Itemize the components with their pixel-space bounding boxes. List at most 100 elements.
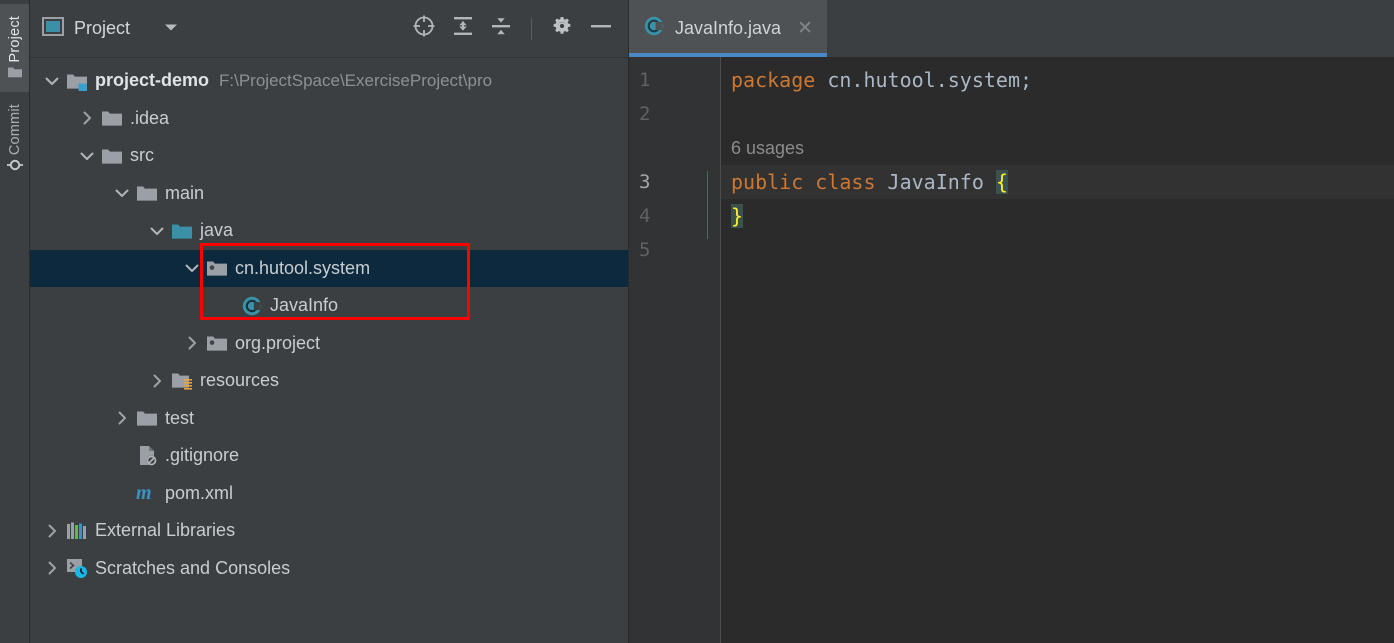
tree-row-label: test	[165, 407, 195, 428]
stripe-button-commit[interactable]: Commit	[0, 92, 29, 186]
folder-icon	[99, 146, 125, 166]
package-icon	[204, 258, 230, 278]
tree-row[interactable]: project-demo F:\ProjectSpace\ExerciseProj…	[30, 62, 628, 100]
folder-icon	[134, 183, 160, 203]
editor-area: JavaInfo.java ✕ 12345 package cn.hutool.…	[628, 0, 1394, 643]
gutter-spacer	[629, 131, 720, 165]
usages-inlay-hint[interactable]: 6 usages	[721, 131, 1394, 165]
tool-window-stripe: Project Commit	[0, 0, 30, 643]
chevron-right-icon[interactable]	[145, 372, 169, 390]
code-structure-line	[707, 171, 708, 239]
project-tool-window: Project project-demo F:\ProjectSpace\Exe…	[30, 0, 628, 643]
package-icon	[204, 333, 230, 353]
chevron-right-icon[interactable]	[75, 109, 99, 127]
project-window-icon	[42, 16, 64, 41]
tree-row-label: .gitignore	[165, 445, 240, 466]
gitignore-file-icon	[134, 445, 160, 467]
close-icon[interactable]: ✕	[797, 19, 813, 38]
tree-row[interactable]: Scratches and Consoles	[30, 550, 628, 588]
collapse-all-icon[interactable]	[489, 14, 513, 43]
chevron-down-icon[interactable]	[145, 222, 169, 240]
code-line[interactable]: package cn.hutool.system;	[721, 63, 1394, 97]
chevron-down-icon[interactable]	[75, 147, 99, 165]
code-line[interactable]	[721, 97, 1394, 131]
editor-tab-javainfo[interactable]: JavaInfo.java ✕	[629, 0, 827, 57]
project-tree[interactable]: project-demo F:\ProjectSpace\ExerciseProj…	[30, 58, 628, 643]
toolbar-separator	[531, 17, 532, 40]
stripe-button-project-label: Project	[6, 16, 23, 63]
tree-row-label: cn.hutool.system	[235, 257, 371, 278]
tree-row[interactable]: java	[30, 212, 628, 250]
tree-row[interactable]: .gitignore	[30, 437, 628, 475]
expand-all-icon[interactable]	[451, 14, 475, 43]
tree-row-path: F:\ProjectSpace\ExerciseProject\pro	[219, 70, 493, 90]
tree-row[interactable]: org.project	[30, 325, 628, 363]
gutter-line-number: 2	[639, 103, 651, 125]
chevron-down-icon[interactable]	[162, 20, 180, 38]
folder-icon	[134, 408, 160, 428]
tree-row[interactable]: resources	[30, 362, 628, 400]
tree-row[interactable]: m pom.xml	[30, 475, 628, 513]
tree-row[interactable]: .idea	[30, 100, 628, 138]
chevron-right-icon[interactable]	[110, 409, 134, 427]
crosshair-target-icon[interactable]	[411, 13, 437, 44]
editor-body[interactable]: 12345 package cn.hutool.system; 6 usages p…	[629, 57, 1394, 643]
tree-row-label: pom.xml	[165, 482, 234, 503]
tree-row-label: Scratches and Consoles	[95, 557, 291, 578]
folder-icon	[99, 108, 125, 128]
chevron-right-icon[interactable]	[180, 334, 204, 352]
code-token: }	[731, 204, 744, 228]
editor-gutter[interactable]: 12345	[629, 57, 721, 643]
project-folder-icon	[7, 65, 23, 84]
tree-row-label: src	[130, 145, 154, 166]
chevron-down-icon[interactable]	[40, 72, 64, 90]
chevron-down-icon[interactable]	[180, 259, 204, 277]
commit-node-icon	[6, 157, 24, 178]
code-line[interactable]: }	[721, 199, 1394, 233]
tree-row-label: resources	[200, 370, 280, 391]
scratches-icon	[64, 557, 90, 579]
external-libraries-icon	[64, 521, 90, 541]
java-class-icon	[239, 295, 265, 317]
svg-text:m: m	[136, 482, 152, 504]
project-panel-title-group[interactable]: Project	[42, 16, 180, 41]
tree-row-label: JavaInfo	[270, 295, 339, 316]
tree-row[interactable]: JavaInfo	[30, 287, 628, 325]
code-line[interactable]: public class JavaInfo {	[721, 165, 1394, 199]
java-class-icon	[643, 15, 665, 42]
code-line[interactable]	[721, 233, 1394, 267]
code-token: public class	[731, 170, 876, 194]
tree-row[interactable]: test	[30, 400, 628, 438]
stripe-button-project[interactable]: Project	[0, 4, 29, 92]
chevron-right-icon[interactable]	[40, 522, 64, 540]
editor-code[interactable]: package cn.hutool.system; 6 usages public …	[721, 57, 1394, 643]
minimize-dash-icon[interactable]	[588, 14, 614, 43]
project-panel-title: Project	[74, 18, 131, 38]
tree-row[interactable]: main	[30, 175, 628, 213]
source-root-folder-icon	[169, 221, 195, 241]
module-icon	[64, 71, 90, 91]
tree-row-label: External Libraries	[95, 520, 236, 541]
code-token: {	[995, 170, 1008, 194]
tree-row-label: org.project	[235, 332, 321, 353]
editor-tab-bar: JavaInfo.java ✕	[629, 0, 1394, 57]
chevron-down-icon[interactable]	[110, 184, 134, 202]
maven-pom-icon: m	[134, 482, 160, 504]
gear-icon[interactable]	[550, 14, 574, 43]
resources-folder-icon	[169, 370, 195, 391]
project-panel-toolbar	[411, 13, 614, 44]
stripe-button-commit-label: Commit	[6, 103, 23, 155]
code-token: cn.hutool.system;	[815, 68, 1033, 92]
tree-row[interactable]: External Libraries	[30, 512, 628, 550]
tree-row[interactable]: cn.hutool.system	[30, 249, 628, 287]
tree-row-label: java	[200, 220, 234, 241]
tree-row[interactable]: src	[30, 137, 628, 175]
gutter-line-number: 1	[639, 69, 651, 91]
tree-row-label: project-demo	[95, 70, 210, 91]
ide-window: Project Commit Project project-demo F:\P…	[0, 0, 1394, 643]
editor-tab-label: JavaInfo.java	[675, 18, 782, 38]
tree-row-label: .idea	[130, 107, 170, 128]
code-token: JavaInfo	[875, 170, 996, 194]
code-token: package	[731, 68, 816, 92]
chevron-right-icon[interactable]	[40, 559, 64, 577]
